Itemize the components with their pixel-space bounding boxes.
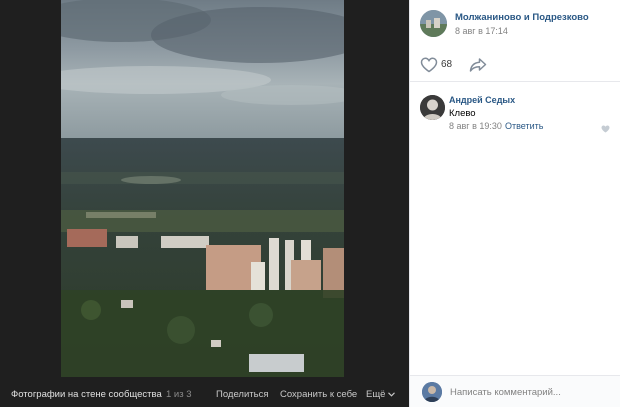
save-to-profile-button[interactable]: Сохранить к себе: [280, 389, 357, 400]
comment-date[interactable]: 8 авг в 19:30: [449, 121, 502, 131]
comment-item: Андрей Седых Клево 8 авг в 19:30 Ответит…: [410, 90, 620, 135]
post-actions: 68: [410, 50, 620, 82]
community-avatar[interactable]: [420, 10, 447, 37]
post-header: Молжаниново и Подрезково 8 авг в 17:14: [410, 0, 620, 45]
chevron-down-icon: [388, 389, 396, 400]
photo-image: [61, 0, 344, 377]
post-side-panel: Молжаниново и Подрезково 8 авг в 17:14 6…: [409, 0, 620, 407]
more-label: Ещё: [366, 389, 386, 400]
heart-icon[interactable]: [420, 57, 438, 73]
more-button[interactable]: Ещё: [366, 389, 396, 400]
album-title-link[interactable]: Фотографии на стене сообщества: [11, 389, 162, 400]
comment-compose-bar: [410, 375, 620, 407]
likes-count: 68: [441, 59, 453, 70]
photo-bottom-bar: Фотографии на стене сообщества 1 из 3 По…: [0, 377, 409, 407]
current-user-avatar: [422, 382, 442, 402]
post-date[interactable]: 8 авг в 17:14: [455, 26, 508, 36]
comment-author-link[interactable]: Андрей Седых: [449, 95, 515, 105]
photo-counter: 1 из 3: [166, 389, 192, 400]
commenter-avatar[interactable]: [420, 95, 445, 120]
comment-input[interactable]: [450, 384, 610, 400]
heart-icon[interactable]: [601, 122, 610, 133]
community-name-link[interactable]: Молжаниново и Подрезково: [455, 12, 589, 23]
share-arrow-icon[interactable]: [469, 57, 487, 73]
share-button[interactable]: Поделиться: [216, 389, 268, 400]
comment-text: Клево: [449, 108, 476, 119]
aerial-city-photo[interactable]: [61, 0, 344, 377]
reply-button[interactable]: Ответить: [505, 121, 543, 131]
photo-viewer: Фотографии на стене сообщества 1 из 3 По…: [0, 0, 409, 407]
